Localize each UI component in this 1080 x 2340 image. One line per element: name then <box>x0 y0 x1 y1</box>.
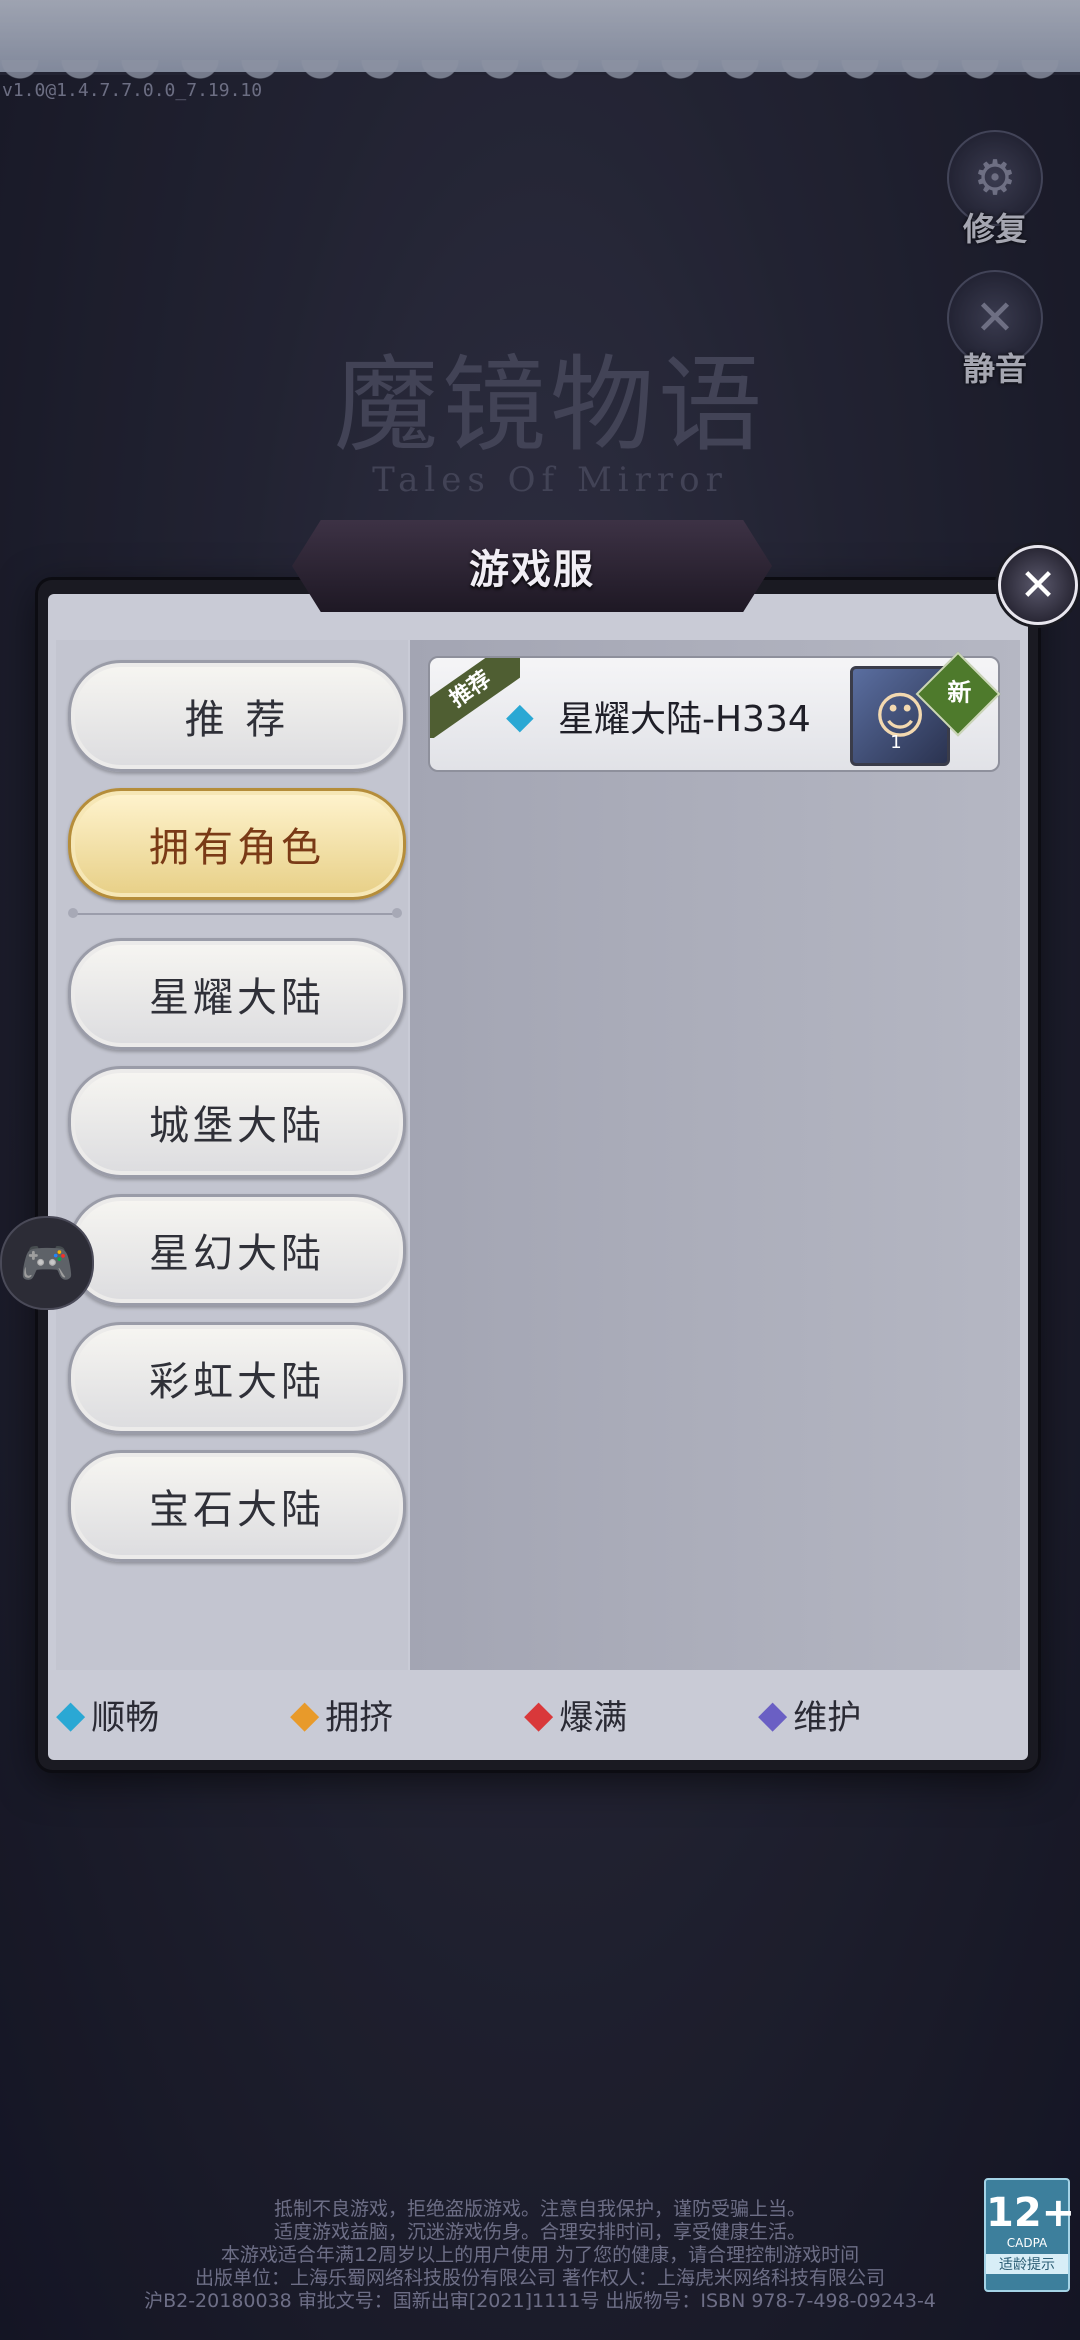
server-name: 星耀大陆-H334 <box>558 699 811 740</box>
server-list <box>410 640 1020 1670</box>
dialog-title-bar: 游戏服 <box>292 520 772 612</box>
diamond-icon: ◆ <box>524 1692 554 1736</box>
legend-crowded: ◆ 拥挤 <box>290 1692 394 1738</box>
legend-smooth: ◆ 顺畅 <box>56 1692 160 1738</box>
avatar-level: 1 <box>890 732 902 753</box>
close-button[interactable]: ✕ <box>998 545 1078 625</box>
close-icon: ✕ <box>1019 559 1057 611</box>
server-card[interactable]: 推荐 ◆ 星耀大陆-H334 ☺ 1 新 <box>428 651 1001 772</box>
status-diamond-icon: ◆ <box>506 696 534 737</box>
dialog-title: 游戏服 <box>469 547 595 593</box>
category-caihong[interactable]: 彩虹大陆 <box>68 1322 406 1434</box>
legend-full: ◆ 爆满 <box>524 1692 628 1738</box>
diamond-icon: ◆ <box>758 1692 788 1736</box>
category-chengbao[interactable]: 城堡大陆 <box>68 1066 406 1178</box>
category-baoshi[interactable]: 宝石大陆 <box>68 1450 406 1562</box>
category-divider <box>68 908 402 918</box>
age-rating-badge[interactable]: 12+ CADPA 适龄提示 <box>984 2178 1075 2292</box>
category-owned-characters[interactable]: 拥有角色 <box>68 788 406 900</box>
status-legend: ◆ 顺畅 ◆ 拥挤 ◆ 爆满 ◆ 维护 <box>56 1680 1020 1748</box>
gamepad-float-button[interactable]: 🎮 <box>0 1216 94 1310</box>
diamond-icon: ◆ <box>290 1692 320 1736</box>
category-xinghuan[interactable]: 星幻大陆 <box>68 1194 406 1306</box>
category-recommended[interactable]: 推 荐 <box>68 660 406 772</box>
legend-maintenance: ◆ 维护 <box>758 1692 862 1738</box>
category-xingyao[interactable]: 星耀大陆 <box>68 938 406 1050</box>
diamond-icon: ◆ <box>56 1692 86 1736</box>
gamepad-icon: 🎮 <box>19 1238 75 1289</box>
health-notice: 抵制不良游戏，拒绝盗版游戏。注意自我保护，谨防受骗上当。 适度游戏益脑，沉迷游戏… <box>144 2198 936 2312</box>
